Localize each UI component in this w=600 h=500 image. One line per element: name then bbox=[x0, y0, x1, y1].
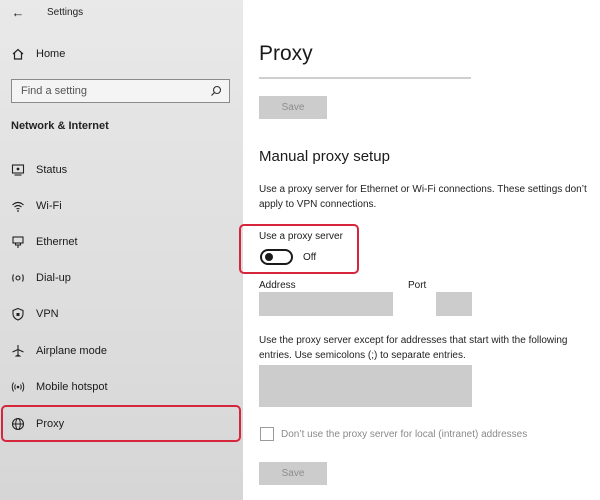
manual-proxy-heading: Manual proxy setup bbox=[259, 148, 390, 165]
search-icon[interactable] bbox=[210, 85, 222, 97]
wifi-icon bbox=[12, 201, 24, 212]
sidebar-item-label: Wi-Fi bbox=[36, 200, 62, 212]
save-bottom-button[interactable]: Save bbox=[259, 462, 327, 485]
sidebar-item-vpn[interactable]: VPN bbox=[0, 299, 243, 329]
search-input[interactable]: Find a setting bbox=[11, 79, 230, 103]
sidebar-item-label: Ethernet bbox=[36, 236, 78, 248]
manual-proxy-description: Use a proxy server for Ethernet or Wi-Fi… bbox=[259, 184, 587, 210]
port-field[interactable] bbox=[436, 292, 472, 316]
title-bar: ← Settings bbox=[0, 0, 243, 26]
airplane-icon bbox=[12, 345, 24, 357]
use-proxy-toggle[interactable] bbox=[260, 249, 293, 265]
address-field[interactable] bbox=[259, 292, 393, 316]
save-button[interactable]: Save bbox=[259, 96, 327, 119]
sidebar-item-label: Mobile hotspot bbox=[36, 381, 108, 393]
app-title: Settings bbox=[47, 7, 84, 18]
address-label: Address bbox=[259, 280, 296, 291]
sidebar-item-home[interactable]: Home bbox=[0, 44, 243, 66]
sidebar-item-label: Status bbox=[36, 164, 68, 176]
port-label: Port bbox=[408, 280, 427, 291]
sidebar-item-airplane-mode[interactable]: Airplane mode bbox=[0, 336, 243, 366]
section-title: Network & Internet bbox=[11, 120, 109, 132]
home-icon bbox=[12, 48, 24, 60]
main-panel: Proxy Save Manual proxy setup Use a prox… bbox=[239, 0, 600, 500]
status-icon bbox=[11, 164, 25, 176]
sidebar-item-dialup[interactable]: Dial-up bbox=[0, 263, 243, 293]
toggle-knob bbox=[265, 253, 273, 261]
exceptions-description: Use the proxy server except for addresse… bbox=[259, 335, 568, 361]
sidebar-item-label: Home bbox=[36, 48, 66, 60]
sidebar-item-label: VPN bbox=[36, 308, 59, 320]
sidebar-item-wifi[interactable]: Wi-Fi bbox=[0, 191, 243, 221]
vpn-icon bbox=[12, 307, 24, 321]
use-proxy-state: Off bbox=[303, 252, 317, 263]
exceptions-field[interactable] bbox=[259, 365, 472, 407]
local-addresses-checkbox[interactable] bbox=[260, 427, 274, 441]
sidebar-item-label: Airplane mode bbox=[36, 345, 107, 357]
sidebar-item-mobile-hotspot[interactable]: Mobile hotspot bbox=[0, 372, 243, 402]
page-title: Proxy bbox=[259, 42, 313, 65]
sidebar: ← Settings Home Find a setting Network &… bbox=[0, 0, 243, 500]
search-placeholder: Find a setting bbox=[21, 85, 88, 97]
local-addresses-label: Don’t use the proxy server for local (in… bbox=[281, 429, 528, 440]
sidebar-item-label: Dial-up bbox=[36, 272, 71, 284]
ethernet-icon bbox=[12, 236, 24, 248]
back-button[interactable]: ← bbox=[8, 4, 28, 22]
title-divider bbox=[259, 77, 471, 79]
sidebar-item-status[interactable]: Status bbox=[0, 155, 243, 185]
use-proxy-label: Use a proxy server bbox=[259, 231, 343, 242]
highlight-box-proxy bbox=[1, 405, 241, 442]
dialup-icon bbox=[12, 274, 24, 282]
hotspot-icon bbox=[11, 382, 25, 392]
sidebar-item-ethernet[interactable]: Ethernet bbox=[0, 227, 243, 257]
